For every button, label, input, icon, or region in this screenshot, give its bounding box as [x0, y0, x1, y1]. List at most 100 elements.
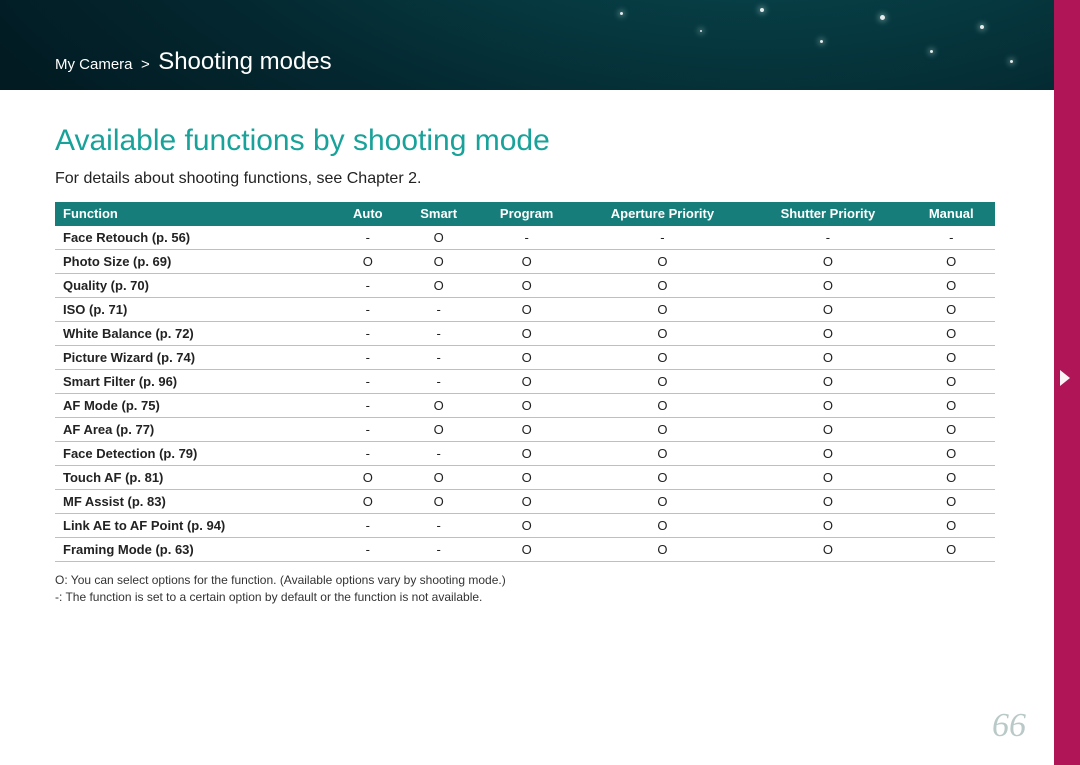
cell-value: O [477, 442, 577, 466]
cell-value: O [401, 466, 477, 490]
cell-value: O [748, 466, 907, 490]
col-shutter-priority: Shutter Priority [748, 202, 907, 226]
cell-value: - [335, 346, 401, 370]
cell-value: O [477, 370, 577, 394]
cell-value: O [748, 394, 907, 418]
cell-value: - [335, 418, 401, 442]
function-name: MF Assist (p. 83) [55, 490, 335, 514]
function-name: Link AE to AF Point (p. 94) [55, 514, 335, 538]
chevron-right-icon [1060, 370, 1070, 386]
cell-value: - [907, 226, 995, 250]
cell-value: O [748, 250, 907, 274]
side-tab[interactable] [1054, 0, 1080, 765]
cell-value: - [401, 298, 477, 322]
col-function: Function [55, 202, 335, 226]
note-line: -: The function is set to a certain opti… [55, 589, 995, 606]
cell-value: O [748, 346, 907, 370]
cell-value: O [577, 250, 749, 274]
cell-value: O [907, 514, 995, 538]
col-manual: Manual [907, 202, 995, 226]
cell-value: O [748, 322, 907, 346]
cell-value: O [335, 250, 401, 274]
function-name: Quality (p. 70) [55, 274, 335, 298]
function-name: Framing Mode (p. 63) [55, 538, 335, 562]
cell-value: O [907, 370, 995, 394]
cell-value: O [477, 490, 577, 514]
cell-value: - [401, 514, 477, 538]
cell-value: O [335, 490, 401, 514]
cell-value: O [477, 322, 577, 346]
cell-value: O [907, 442, 995, 466]
function-name: Face Detection (p. 79) [55, 442, 335, 466]
cell-value: O [401, 394, 477, 418]
cell-value: - [335, 538, 401, 562]
cell-value: O [477, 274, 577, 298]
cell-value: O [401, 490, 477, 514]
cell-value: O [907, 538, 995, 562]
cell-value: O [748, 370, 907, 394]
sparkle-icon [700, 30, 702, 32]
function-name: Smart Filter (p. 96) [55, 370, 335, 394]
sparkle-icon [1010, 60, 1013, 63]
cell-value: O [748, 538, 907, 562]
cell-value: - [335, 298, 401, 322]
cell-value: - [335, 514, 401, 538]
sparkle-icon [880, 15, 885, 20]
cell-value: - [401, 370, 477, 394]
table-row: Picture Wizard (p. 74)--OOOO [55, 346, 995, 370]
breadcrumb: My Camera > Shooting modes [55, 48, 332, 76]
table-row: AF Area (p. 77)-OOOOO [55, 418, 995, 442]
table-row: Touch AF (p. 81)OOOOOO [55, 466, 995, 490]
table-row: Face Detection (p. 79)--OOOO [55, 442, 995, 466]
col-program: Program [477, 202, 577, 226]
cell-value: - [335, 394, 401, 418]
cell-value: O [577, 490, 749, 514]
cell-value: O [401, 250, 477, 274]
cell-value: O [907, 394, 995, 418]
cell-value: O [477, 250, 577, 274]
cell-value: O [907, 466, 995, 490]
cell-value: O [335, 466, 401, 490]
cell-value: - [477, 226, 577, 250]
cell-value: O [577, 442, 749, 466]
table-row: Face Retouch (p. 56)-O---- [55, 226, 995, 250]
table-body: Face Retouch (p. 56)-O----Photo Size (p.… [55, 226, 995, 562]
cell-value: O [577, 298, 749, 322]
cell-value: O [907, 250, 995, 274]
breadcrumb-parent: My Camera [55, 56, 133, 73]
cell-value: - [401, 538, 477, 562]
function-name: Face Retouch (p. 56) [55, 226, 335, 250]
cell-value: O [477, 394, 577, 418]
cell-value: O [477, 538, 577, 562]
table-header: Function Auto Smart Program Aperture Pri… [55, 202, 995, 226]
table-row: Quality (p. 70)-OOOOO [55, 274, 995, 298]
cell-value: O [577, 322, 749, 346]
cell-value: O [477, 466, 577, 490]
table-row: Smart Filter (p. 96)--OOOO [55, 370, 995, 394]
cell-value: O [748, 418, 907, 442]
cell-value: O [748, 298, 907, 322]
chevron-right-icon: > [141, 56, 150, 73]
intro-text: For details about shooting functions, se… [55, 170, 995, 188]
cell-value: O [477, 298, 577, 322]
sparkle-icon [620, 12, 623, 15]
sparkle-icon [930, 50, 933, 53]
function-name: Photo Size (p. 69) [55, 250, 335, 274]
cell-value: O [748, 274, 907, 298]
page-number: 66 [992, 707, 1026, 745]
cell-value: - [335, 226, 401, 250]
cell-value: - [335, 322, 401, 346]
table-row: White Balance (p. 72)--OOOO [55, 322, 995, 346]
function-name: Touch AF (p. 81) [55, 466, 335, 490]
cell-value: O [401, 226, 477, 250]
cell-value: - [401, 346, 477, 370]
table-row: Photo Size (p. 69)OOOOOO [55, 250, 995, 274]
section-title: Available functions by shooting mode [55, 124, 995, 158]
cell-value: O [748, 490, 907, 514]
function-name: ISO (p. 71) [55, 298, 335, 322]
page-header: My Camera > Shooting modes [0, 0, 1080, 90]
table-row: MF Assist (p. 83)OOOOOO [55, 490, 995, 514]
table-row: AF Mode (p. 75)-OOOOO [55, 394, 995, 418]
cell-value: - [401, 442, 477, 466]
cell-value: - [335, 274, 401, 298]
